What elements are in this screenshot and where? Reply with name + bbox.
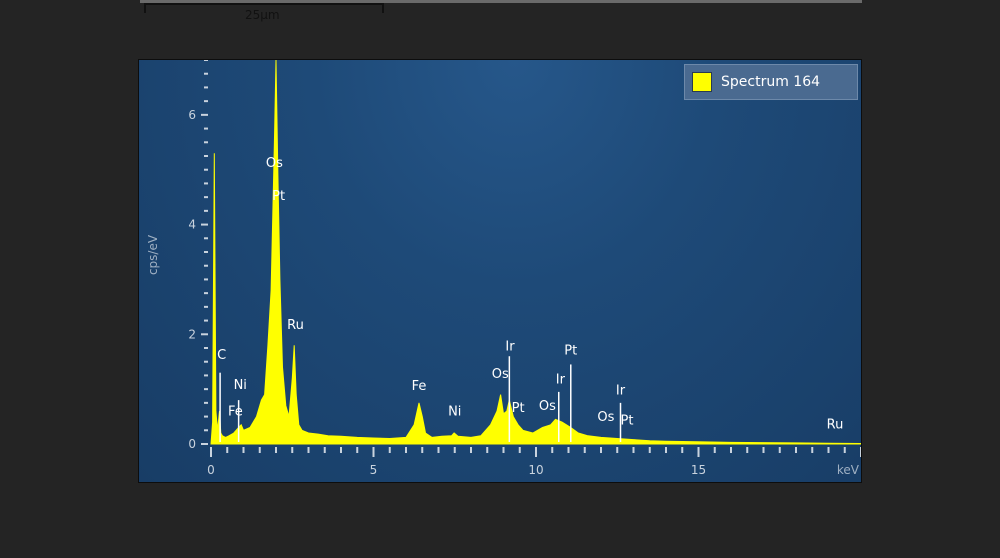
- chart-legend[interactable]: Spectrum 164: [684, 64, 858, 100]
- peak-label: Os: [539, 399, 556, 414]
- peak-label: C: [217, 348, 226, 363]
- peak-label: Pt: [621, 413, 634, 428]
- peak-label: Ru: [827, 418, 844, 433]
- peak-label: Ir: [505, 340, 515, 355]
- y-tick-label: 6: [188, 108, 196, 122]
- spectrum-chart-panel: 0246cps/eV051015keVIrOsPtRuCNiFeFeNiIrOs…: [138, 59, 862, 483]
- x-tick-label: 0: [207, 463, 215, 477]
- peak-label: Pt: [564, 344, 577, 359]
- peak-label: Ir: [616, 384, 626, 399]
- peak-label: Ir: [273, 60, 283, 64]
- x-axis-title: keV: [837, 463, 860, 477]
- y-axis-title: cps/eV: [146, 234, 160, 275]
- legend-swatch: [692, 72, 712, 92]
- peak-label: Os: [492, 367, 509, 382]
- y-tick-label: 2: [188, 327, 196, 341]
- spectrum-chart: 0246cps/eV051015keVIrOsPtRuCNiFeFeNiIrOs…: [146, 60, 861, 477]
- y-tick-label: 0: [188, 437, 196, 451]
- peak-label: Ru: [287, 318, 304, 333]
- peak-label: Pt: [272, 189, 285, 204]
- peak-label: Ni: [448, 404, 461, 419]
- scale-bar-label: 25µm: [245, 8, 280, 22]
- spectrum-area: [210, 60, 861, 445]
- x-tick-label: 15: [691, 463, 706, 477]
- peak-label: Ir: [556, 373, 566, 388]
- x-tick-label: 5: [370, 463, 378, 477]
- y-tick-label: 4: [188, 218, 196, 232]
- peak-label: Fe: [412, 379, 427, 394]
- peak-label: Fe: [228, 404, 243, 419]
- peak-label: Ni: [234, 378, 247, 393]
- x-tick-label: 10: [528, 463, 543, 477]
- peak-label: Os: [597, 410, 614, 425]
- peak-label: Pt: [512, 401, 525, 416]
- peak-label: Os: [266, 156, 283, 171]
- legend-label: Spectrum 164: [721, 74, 821, 90]
